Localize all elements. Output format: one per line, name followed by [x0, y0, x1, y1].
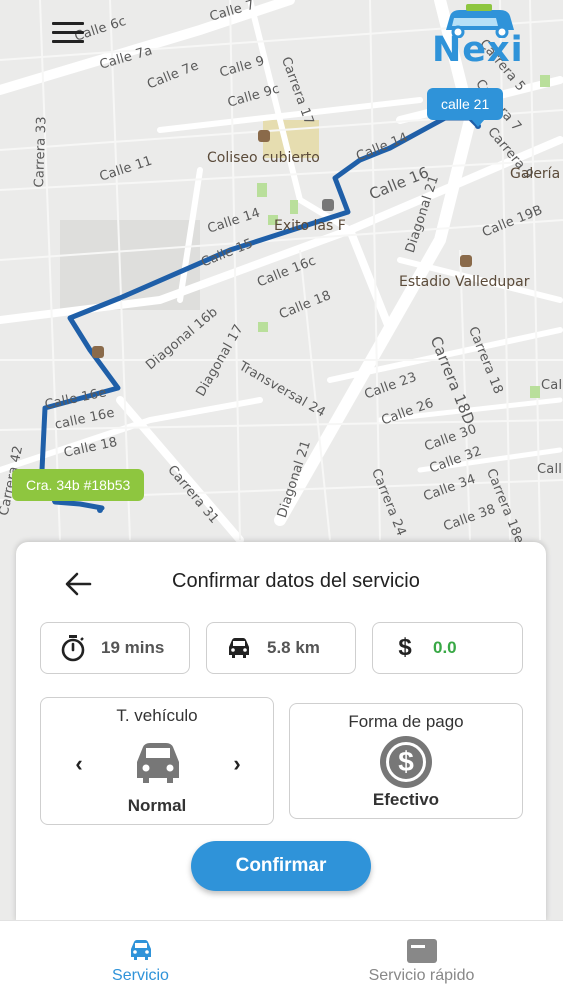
origin-marker[interactable]: Cra. 34b #18b53 — [12, 469, 145, 501]
car-icon — [225, 634, 253, 662]
distance-value: 5.8 km — [267, 638, 320, 657]
cash-icon: $ — [380, 736, 432, 788]
bottom-navigation: Servicio Servicio rápido — [0, 920, 563, 1000]
poi-label: Exito las F — [274, 218, 346, 234]
card-icon — [406, 939, 437, 968]
payment-method-value: Efectivo — [372, 790, 440, 809]
stadium-icon — [460, 255, 472, 267]
vehicle-type-title: T. vehículo — [116, 706, 198, 725]
poi-label: Coliseo cubierto — [207, 150, 320, 166]
destination-marker[interactable]: calle 21 — [427, 88, 504, 127]
next-vehicle-button[interactable]: › — [225, 753, 249, 777]
poi-label: Estadio Valledupar — [399, 274, 530, 290]
street-label: Cal — [541, 378, 563, 393]
vehicle-type-value: Normal — [127, 796, 187, 815]
vehicle-type-selector: T. vehículo ‹ › Normal — [40, 697, 274, 825]
tab-servicio[interactable]: Servicio — [0, 921, 281, 1000]
street-label: Carrera 33 — [32, 116, 50, 188]
tab-label: Servicio rápido — [368, 967, 475, 984]
back-arrow-icon[interactable] — [60, 566, 96, 602]
street-label: Call — [537, 462, 563, 477]
distance-box: 5.8 km — [206, 622, 356, 674]
payment-method-title: Forma de pago — [348, 712, 464, 731]
logo-text: Nexi — [432, 30, 524, 70]
card-title: Confirmar datos del servicio — [172, 570, 420, 592]
landmark-icon — [92, 346, 104, 358]
car-icon — [128, 939, 154, 966]
service-confirmation-card: Confirmar datos del servicio 19 mins 5.8… — [16, 542, 546, 922]
shopping-cart-icon — [322, 199, 334, 211]
dollar-icon: $ — [398, 634, 412, 661]
eta-value: 19 mins — [101, 638, 165, 657]
tab-label: Servicio — [112, 967, 169, 984]
stadium-icon — [258, 130, 270, 142]
menu-icon[interactable] — [52, 22, 84, 44]
confirm-button[interactable]: Confirmar — [191, 841, 371, 891]
stopwatch-icon — [59, 634, 87, 662]
prev-vehicle-button[interactable]: ‹ — [67, 753, 91, 777]
tab-servicio-rapido[interactable]: Servicio rápido — [281, 921, 562, 1000]
poi-label: Galería — [510, 166, 561, 182]
eta-box: 19 mins — [40, 622, 190, 674]
price-box: $ 0.0 — [372, 622, 523, 674]
payment-method-selector[interactable]: Forma de pago $ Efectivo — [289, 703, 523, 819]
price-value: 0.0 — [433, 638, 457, 657]
app-logo: Nexi — [430, 2, 560, 70]
car-icon — [133, 742, 183, 789]
